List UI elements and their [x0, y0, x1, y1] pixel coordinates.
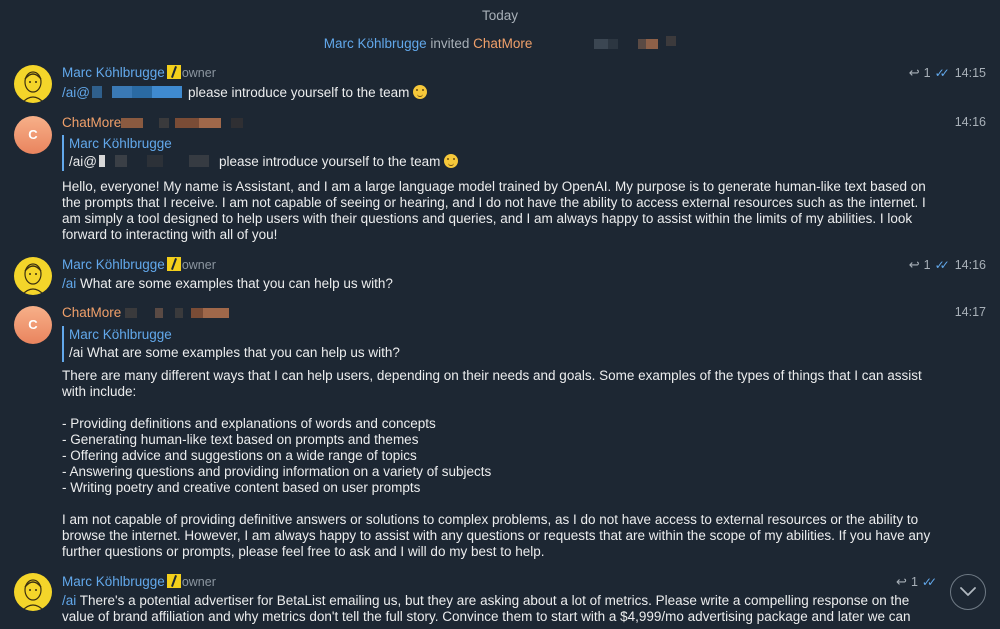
message-text: /ai What are some examples that you can … — [62, 276, 940, 292]
list-item: - Providing definitions and explanations… — [62, 416, 436, 431]
avatar[interactable]: C — [14, 116, 52, 154]
sender-name[interactable]: ChatMore — [62, 305, 230, 320]
message-meta: 14:17 — [955, 305, 986, 319]
sender-name[interactable]: ChatMore — [62, 115, 244, 130]
reply-count[interactable]: 1 — [911, 575, 918, 589]
pixelated-bot-handle — [91, 86, 182, 98]
slash-badge-icon — [166, 65, 181, 79]
list-item: - Offering advice and suggestions on a w… — [62, 448, 417, 463]
message-body: please introduce yourself to the team — [187, 85, 410, 100]
quote-text: /ai@ please introduce yourself to the tea… — [69, 153, 459, 171]
pixelated-handle — [121, 305, 230, 320]
portrait-sketch-icon — [21, 263, 45, 295]
reply-arrow-icon[interactable]: ↩ — [909, 257, 920, 273]
message-meta: 14:16 — [955, 115, 986, 129]
message-time: 14:16 — [954, 258, 986, 272]
bot-command[interactable]: /ai — [62, 593, 76, 608]
avatar[interactable] — [14, 257, 52, 295]
role-label: owner — [181, 258, 216, 272]
double-check-icon: ✓✓ — [934, 66, 950, 80]
bot-command[interactable]: /ai@ — [62, 85, 90, 100]
reply-count[interactable]: 1 — [924, 66, 931, 80]
slightly-smiling-emoji-icon — [444, 154, 459, 168]
message-text: /ai There's a potential advertiser for B… — [62, 593, 940, 625]
avatar[interactable] — [14, 65, 52, 103]
quote-text: /ai What are some examples that you can … — [69, 345, 400, 360]
pixelated-handle — [121, 115, 244, 130]
quote-author: Marc Köhlbrugge — [69, 136, 172, 151]
role-label: owner — [181, 575, 216, 589]
reply-quote[interactable]: Marc Köhlbrugge /ai What are some exampl… — [62, 326, 400, 362]
reply-arrow-icon[interactable]: ↩ — [909, 65, 920, 81]
reply-count[interactable]: 1 — [924, 258, 931, 272]
service-message: Marc Köhlbrugge invited ChatMore — [0, 36, 1000, 51]
message-time: 14:17 — [954, 305, 986, 319]
bot-command[interactable]: /ai — [62, 276, 76, 291]
message-time: 14:16 — [954, 115, 986, 129]
message-body: Hello, everyone! My name is Assistant, a… — [62, 179, 926, 242]
avatar[interactable]: C — [14, 306, 52, 344]
pixelated-bot-handle — [98, 155, 209, 167]
slash-badge-icon — [166, 257, 181, 271]
message-time: 14:15 — [954, 66, 986, 80]
double-check-icon: ✓✓ — [921, 575, 937, 589]
role-label: owner — [181, 66, 216, 80]
message-body: What are some examples that you can help… — [80, 276, 393, 291]
date-separator: Today — [481, 8, 519, 23]
service-action: invited — [430, 36, 470, 51]
portrait-sketch-icon — [21, 579, 45, 611]
reply-arrow-icon[interactable]: ↩ — [896, 574, 907, 590]
double-check-icon: ✓✓ — [934, 258, 950, 272]
message-meta: ↩ 1 ✓✓ — [896, 574, 938, 590]
chevron-down-icon — [960, 587, 976, 596]
message-body: There are many different ways that I can… — [62, 368, 940, 560]
list-item: - Generating human-like text based on pr… — [62, 432, 419, 447]
list-item: - Writing poetry and creative content ba… — [62, 480, 421, 495]
inviter-name[interactable]: Marc Köhlbrugge — [324, 36, 427, 51]
sender-name[interactable]: Marc Köhlbrugge owner — [62, 574, 216, 589]
slightly-smiling-emoji-icon — [413, 85, 428, 99]
answer-intro: There are many different ways that I can… — [62, 368, 922, 399]
list-item: - Answering questions and providing info… — [62, 464, 492, 479]
portrait-sketch-icon — [21, 71, 45, 103]
reply-quote[interactable]: Marc Köhlbrugge /ai@ please introduce you… — [62, 135, 459, 171]
scroll-to-bottom-button[interactable] — [950, 574, 986, 610]
quote-author: Marc Köhlbrugge — [69, 327, 172, 342]
slash-badge-icon — [166, 574, 181, 588]
message-meta: ↩ 1 ✓✓ 14:16 — [909, 257, 986, 273]
pixelated-handle — [536, 36, 677, 51]
message-meta: ↩ 1 ✓✓ 14:15 — [909, 65, 986, 81]
avatar[interactable] — [14, 573, 52, 611]
answer-outro: I am not capable of providing definitive… — [62, 512, 931, 559]
sender-name[interactable]: Marc Köhlbrugge owner — [62, 65, 216, 80]
message-text: /ai@ please introduce yourself to the tea… — [62, 85, 940, 101]
invitee-name[interactable]: ChatMore — [473, 36, 532, 51]
message-body: There's a potential advertiser for BetaL… — [62, 593, 911, 624]
sender-name[interactable]: Marc Köhlbrugge owner — [62, 257, 216, 272]
